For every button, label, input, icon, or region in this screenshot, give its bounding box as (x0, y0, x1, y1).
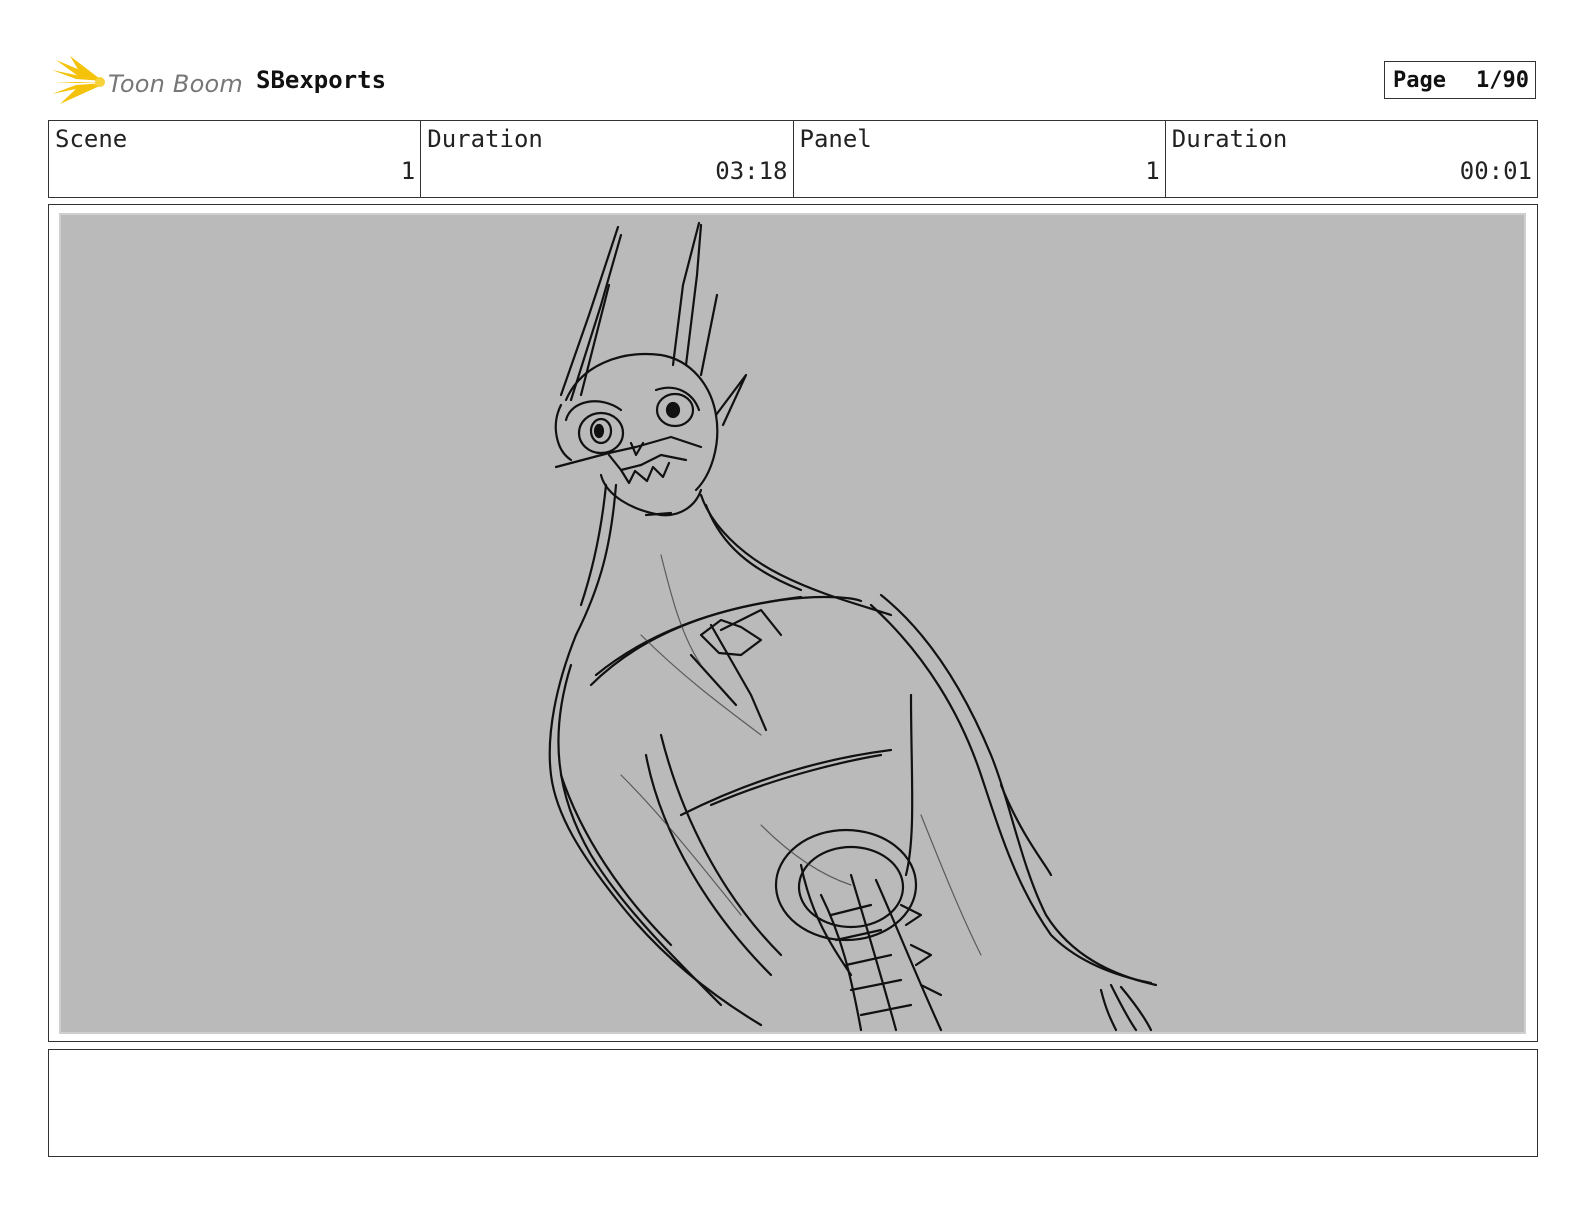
scene-info-row: Scene 1 Duration 03:18 Panel 1 Duration … (48, 120, 1538, 198)
brand-name: Toon Boom (108, 70, 243, 98)
page-header: Toon Boom SBexports Page 1/90 (48, 52, 1536, 108)
panel-sketch-image (59, 213, 1526, 1034)
scene-duration-value: 03:18 (715, 157, 788, 185)
scene-duration-label: Duration (427, 125, 543, 153)
scene-duration-cell: Duration 03:18 (421, 121, 794, 197)
panel-label: Panel (799, 125, 872, 153)
page-indicator: Page 1/90 (1384, 61, 1536, 99)
panel-duration-label: Duration (1171, 125, 1288, 153)
panel-duration-cell: Duration 00:01 (1166, 121, 1537, 197)
page-label: Page (1393, 67, 1446, 93)
project-title: SBexports (256, 66, 387, 94)
scene-cell: Scene 1 (49, 121, 422, 197)
scene-label: Scene (55, 125, 128, 153)
storyboard-panel-frame (48, 204, 1538, 1042)
panel-notes-box (48, 1049, 1538, 1157)
page-number: 1/90 (1476, 67, 1529, 93)
panel-value: 1 (1145, 157, 1160, 185)
creature-sketch-drawing (548, 221, 1158, 1032)
scene-value: 1 (400, 157, 416, 185)
panel-cell: Panel 1 (794, 121, 1166, 197)
panel-duration-value: 00:01 (1459, 157, 1532, 185)
toon-boom-logo: Toon Boom (52, 56, 252, 106)
burst-logo-icon (52, 56, 105, 104)
